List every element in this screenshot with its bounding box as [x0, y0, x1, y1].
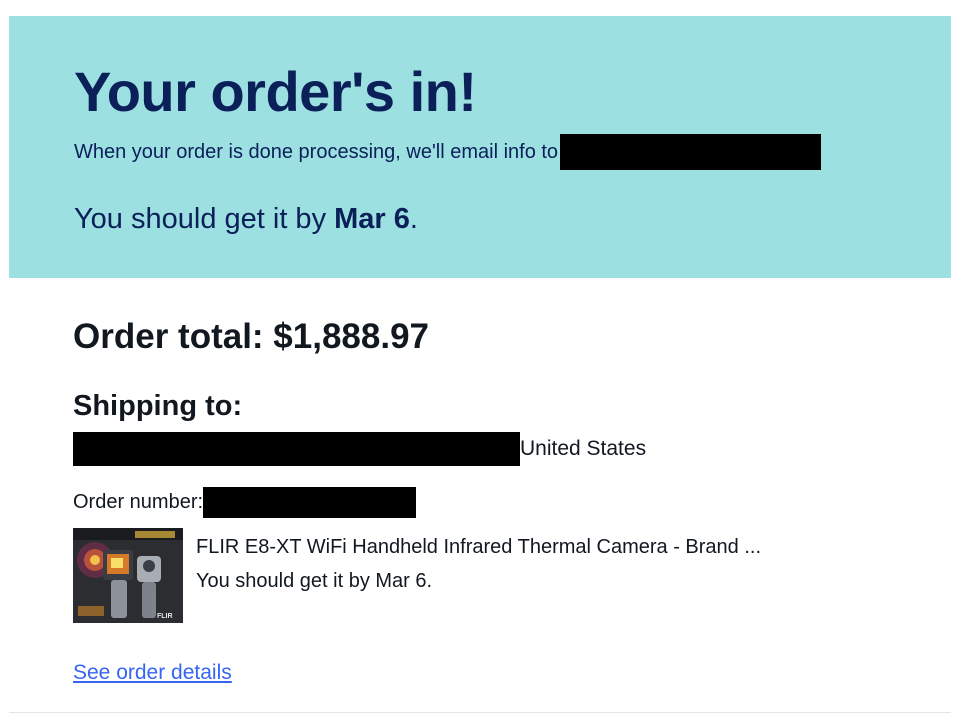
- order-number: Order number:: [73, 487, 417, 518]
- item-title[interactable]: FLIR E8-XT WiFi Handheld Infrared Therma…: [196, 536, 761, 559]
- banner-title: Your order's in!: [74, 60, 477, 123]
- flir-logo: FLIR: [157, 613, 173, 620]
- order-total-value: $1,888.97: [273, 317, 430, 356]
- see-order-details-link[interactable]: See order details: [73, 661, 232, 685]
- order-number-label: Order number:: [73, 491, 204, 513]
- product-thumbnail[interactable]: FLIR: [73, 528, 183, 623]
- delivery-suffix: .: [409, 203, 418, 235]
- thermal-camera-image: FLIR: [73, 528, 183, 623]
- shipping-address: United States: [73, 432, 646, 466]
- delivery-date: Mar 6: [334, 203, 410, 235]
- email-notice-text: When your order is done processing, we'l…: [74, 140, 559, 163]
- shipping-country: United States: [520, 437, 647, 460]
- redacted-order-number: [203, 487, 417, 518]
- redacted-email: [560, 134, 822, 170]
- shipping-heading: Shipping to:: [73, 390, 243, 422]
- order-total: Order total: $1,888.97: [73, 317, 430, 357]
- delivery-prefix: You should get it by: [74, 203, 335, 235]
- order-total-label: Order total:: [73, 317, 274, 356]
- email-notice: When your order is done processing, we'l…: [74, 134, 822, 170]
- divider: [9, 712, 951, 713]
- banner-delivery-estimate: You should get it by Mar 6.: [74, 203, 418, 236]
- redacted-address: [73, 432, 520, 466]
- order-confirmation-page: Your order's in! When your order is done…: [0, 0, 969, 720]
- confirmation-banner: Your order's in! When your order is done…: [9, 16, 951, 278]
- item-delivery-estimate: You should get it by Mar 6.: [196, 570, 433, 592]
